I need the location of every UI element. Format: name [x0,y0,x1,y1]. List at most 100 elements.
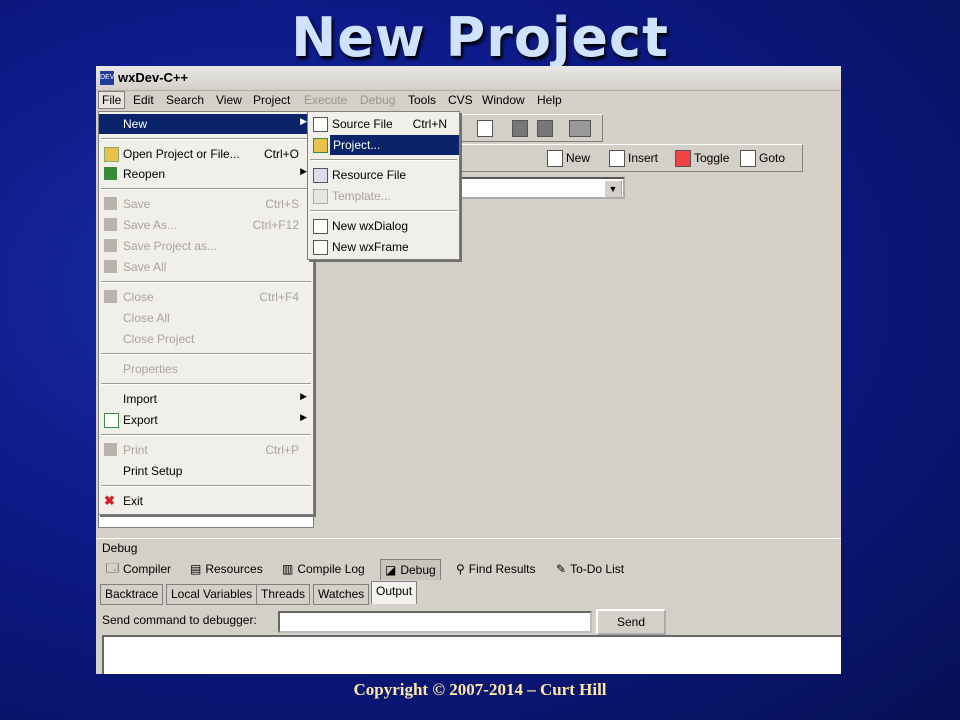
menu-edit[interactable]: Edit [133,93,154,107]
file-new-item[interactable]: New ▶ [99,114,313,134]
file-save-item[interactable]: Save Ctrl+S [99,194,313,214]
image-icon [569,119,591,137]
file-close-item[interactable]: Close Ctrl+F4 [99,287,313,307]
tab-debug[interactable]: ◪ Debug [380,559,441,580]
new-project-label: Project... [333,138,381,152]
file-close-project-item[interactable]: Close Project [99,329,313,349]
menu-search[interactable]: Search [166,93,204,107]
chevron-down-icon[interactable]: ▼ [604,180,622,198]
command-input[interactable] [278,611,592,633]
new-template-label: Template... [332,189,391,203]
debug-output[interactable] [102,635,841,674]
new-resource-file-item[interactable]: Resource File [308,165,459,185]
insert-icon [609,149,625,167]
toolbar-button-3[interactable] [537,119,553,137]
tab-find-results[interactable]: ⚲ Find Results [452,559,540,579]
file-print-setup-item[interactable]: Print Setup [99,461,313,481]
toolbar-button-4[interactable] [569,119,591,137]
new-source-file-shortcut: Ctrl+N [412,117,447,131]
bookmark-new-button[interactable]: New [547,149,590,167]
toolbar-button-2[interactable] [512,119,528,137]
send-button[interactable]: Send [596,609,666,635]
subtab-output[interactable]: Output [371,581,418,604]
menu-cvs[interactable]: CVS [448,93,473,107]
new-project-item[interactable]: Project... [330,135,459,155]
separator [101,281,311,283]
subtab-threads[interactable]: Threads [256,584,311,605]
file-reopen-item[interactable]: Reopen ▶ [99,164,313,184]
new-template-item[interactable]: Template... [308,186,459,206]
file-print-shortcut: Ctrl+P [265,443,299,457]
file-reopen-label: Reopen [123,167,166,181]
file-save-as-label: Save As... [123,218,178,232]
wxdialog-icon [313,219,328,234]
tab-todo-list[interactable]: ✎ To-Do List [552,559,628,579]
file-save-project-as-item[interactable]: Save Project as... [99,236,313,256]
close-file-icon [104,290,117,303]
toggle-icon [675,149,691,167]
bookmark-insert-button[interactable]: Insert [609,149,658,167]
save-icon [104,197,117,210]
new-wxframe-item[interactable]: New wxFrame [308,237,459,257]
menu-bar: File Edit Search View Project Execute De… [96,90,841,110]
bookmark-toggle-button[interactable]: Toggle [675,149,729,167]
tab-compiler[interactable]: 🗔 Compiler [102,559,175,579]
file-import-item[interactable]: Import ▶ [99,389,313,409]
new-wxdialog-item[interactable]: New wxDialog [308,216,459,236]
tab-compiler-label: Compiler [123,562,172,576]
debug-icon: ◪ [385,563,397,577]
save-all-icon [104,260,117,273]
file-save-all-label: Save All [123,260,167,274]
menu-help[interactable]: Help [537,93,562,107]
file-save-as-item[interactable]: Save As... Ctrl+F12 [99,215,313,235]
wxframe-icon [313,240,328,255]
separator [101,138,311,140]
tab-resources[interactable]: ▤ Resources [186,559,267,579]
file-print-setup-label: Print Setup [123,464,183,478]
paste-icon [537,119,553,137]
file-open-item[interactable]: Open Project or File... Ctrl+O [99,144,313,164]
tab-debug-label: Debug [400,563,436,577]
separator [101,485,311,487]
separator [101,434,311,436]
file-save-all-item[interactable]: Save All [99,257,313,277]
file-new-label: New [123,117,148,131]
debug-panel: Debug 🗔 Compiler ▤ Resources ▥ Compile Log … [96,538,841,674]
menu-project[interactable]: Project [253,93,290,107]
new-source-file-item[interactable]: Source File Ctrl+N [308,114,459,134]
separator [101,383,311,385]
compiler-icon: 🗔 [106,560,120,575]
new-submenu: Source File Ctrl+N Project... Resource F… [307,111,460,260]
file-properties-item[interactable]: Properties [99,359,313,379]
separator [101,188,311,190]
compile-log-icon: ▥ [282,562,294,576]
separator [101,353,311,355]
bookmark-goto-button[interactable]: Goto [740,149,785,167]
window-title: wxDev-C++ [118,70,189,85]
menu-file[interactable]: File [98,91,126,109]
new-resource-file-label: Resource File [332,168,407,182]
file-close-all-label: Close All [123,311,170,325]
toolbar-button-1[interactable] [477,119,493,137]
file-exit-item[interactable]: ✖ Exit [99,491,313,511]
file-save-shortcut: Ctrl+S [265,197,299,211]
tab-compile-log[interactable]: ▥ Compile Log [278,559,369,579]
file-export-item[interactable]: Export ▶ [99,410,313,430]
project-icon [313,138,328,153]
subtab-watches[interactable]: Watches [313,584,370,605]
file-exit-label: Exit [123,494,144,508]
class-combo[interactable]: ▼ [456,177,625,199]
copyright-footer: Copyright © 2007-2014 – Curt Hill [353,680,607,699]
menu-tools[interactable]: Tools [408,93,436,107]
file-close-all-item[interactable]: Close All [99,308,313,328]
save-project-icon [104,239,117,252]
menu-view[interactable]: View [216,93,242,107]
debug-panel-label: Debug [102,541,138,555]
file-print-item[interactable]: Print Ctrl+P [99,440,313,460]
menu-execute[interactable]: Execute [304,93,347,107]
subtab-backtrace[interactable]: Backtrace [100,584,164,605]
menu-debug[interactable]: Debug [360,93,395,107]
subtab-local-variables[interactable]: Local Variables [166,584,258,605]
menu-window[interactable]: Window [482,93,525,107]
resource-file-icon [313,168,328,183]
